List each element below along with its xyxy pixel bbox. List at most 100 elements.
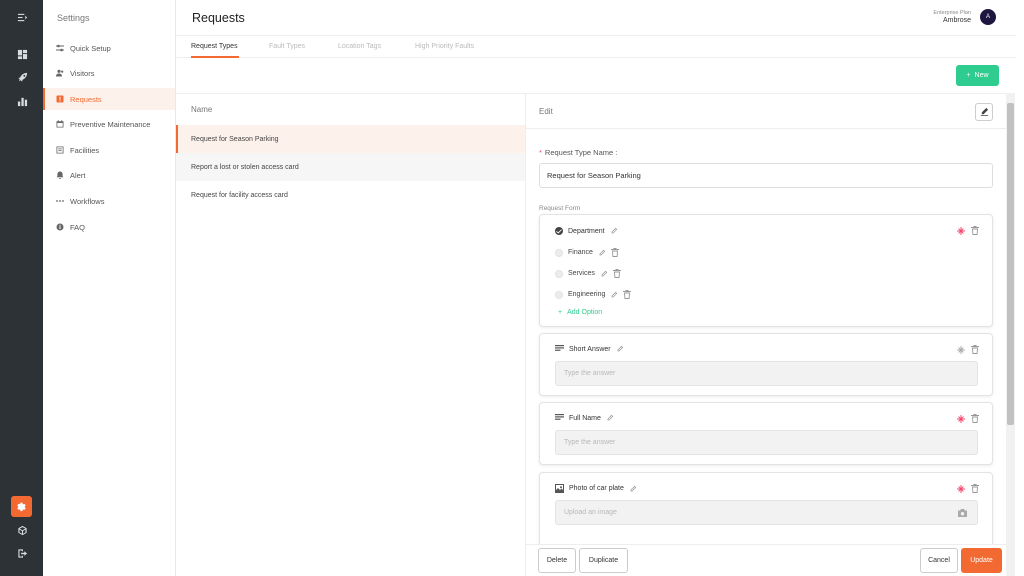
sidebar-item-preventive-maintenance[interactable]: Preventive Maintenance bbox=[43, 113, 175, 135]
rocket-icon[interactable] bbox=[12, 67, 32, 87]
cancel-button[interactable]: Cancel bbox=[920, 548, 958, 573]
sidebar-item-faq[interactable]: FAQ bbox=[43, 216, 175, 238]
field-label: Short Answer bbox=[569, 345, 611, 353]
duplicate-button[interactable]: Duplicate bbox=[579, 548, 628, 573]
analytics-icon[interactable] bbox=[12, 91, 32, 111]
sidebar-item-alert[interactable]: Alert bbox=[43, 164, 175, 186]
settings-sidebar: Settings Quick Setup Visitors Requests P… bbox=[43, 0, 176, 576]
field-label: Photo of car plate bbox=[569, 485, 624, 492]
pencil-icon[interactable] bbox=[600, 270, 608, 278]
sidebar-item-label: FAQ bbox=[70, 222, 86, 232]
tab-high-priority-faults[interactable]: High Priority Faults bbox=[415, 43, 474, 50]
tab-bar: Request Types Fault Types Location Tags … bbox=[176, 36, 1016, 58]
sidebar-item-visitors[interactable]: Visitors bbox=[43, 62, 175, 84]
field-tools bbox=[957, 414, 979, 423]
pencil-icon[interactable] bbox=[606, 414, 614, 422]
pencil-icon[interactable] bbox=[598, 249, 606, 257]
option-label: Services bbox=[568, 270, 595, 277]
trash-icon[interactable] bbox=[971, 345, 979, 354]
new-button[interactable]: + New bbox=[956, 65, 999, 86]
trash-icon[interactable] bbox=[971, 484, 979, 493]
sidebar-item-requests[interactable]: Requests bbox=[43, 88, 175, 110]
facilities-icon bbox=[56, 146, 64, 154]
trash-icon[interactable] bbox=[610, 248, 619, 257]
list-header-name: Name bbox=[191, 105, 213, 114]
check-circle-icon bbox=[555, 227, 563, 235]
field-header: Short Answer bbox=[555, 345, 624, 353]
department-tools bbox=[957, 226, 979, 235]
logout-icon[interactable] bbox=[12, 543, 32, 563]
request-icon bbox=[56, 95, 64, 103]
department-header: Department bbox=[555, 227, 618, 235]
sidebar-item-label: Preventive Maintenance bbox=[70, 119, 151, 129]
required-marker: * bbox=[539, 148, 542, 157]
trash-icon[interactable] bbox=[612, 269, 621, 278]
text-lines-icon bbox=[555, 345, 564, 353]
photo-field-card[interactable]: Photo of car plate Upload an image bbox=[539, 472, 993, 552]
field-tools bbox=[957, 484, 979, 493]
tab-location-tags[interactable]: Location Tags bbox=[338, 43, 381, 50]
short-answer-placeholder[interactable]: Type the answer bbox=[555, 361, 978, 386]
sidebar-item-label: Facilities bbox=[70, 145, 100, 155]
new-button-label: New bbox=[974, 72, 989, 79]
scroll-thumb[interactable] bbox=[1007, 103, 1014, 425]
sidebar-item-quick-setup[interactable]: Quick Setup bbox=[43, 37, 175, 59]
avatar[interactable]: A bbox=[980, 9, 996, 25]
pencil-icon[interactable] bbox=[616, 345, 624, 353]
trash-icon[interactable] bbox=[971, 414, 979, 423]
full-name-placeholder[interactable]: Type the answer bbox=[555, 430, 978, 455]
list-item[interactable]: Request for facility access card bbox=[176, 181, 525, 209]
info-icon bbox=[56, 223, 64, 231]
edit-panel: Edit * Request Type Name : Request for Se… bbox=[526, 93, 1006, 576]
radio-button[interactable] bbox=[555, 248, 563, 257]
full-name-field-card[interactable]: Full Name Type the answer bbox=[539, 402, 993, 465]
radio-button[interactable] bbox=[555, 290, 563, 299]
option-label: Finance bbox=[568, 249, 593, 256]
sidebar-item-label: Alert bbox=[70, 170, 86, 180]
settings-gear-icon[interactable] bbox=[11, 496, 32, 517]
required-asterisk-icon[interactable] bbox=[957, 484, 965, 493]
optional-asterisk-icon[interactable] bbox=[957, 345, 965, 354]
required-asterisk-icon[interactable] bbox=[957, 414, 965, 423]
trash-icon[interactable] bbox=[971, 226, 979, 235]
list-item[interactable]: Report a lost or stolen access card bbox=[176, 153, 525, 181]
edit-pen-button[interactable] bbox=[975, 103, 993, 121]
tab-request-types[interactable]: Request Types bbox=[191, 43, 238, 50]
trash-icon[interactable] bbox=[623, 290, 632, 299]
icon-rail bbox=[0, 0, 43, 576]
text-lines-icon bbox=[555, 414, 564, 422]
option-row: Services bbox=[555, 269, 621, 278]
user-name[interactable]: Ambrose bbox=[943, 17, 971, 24]
sidebar-item-workflows[interactable]: Workflows bbox=[43, 190, 175, 212]
request-type-name-input[interactable]: Request for Season Parking bbox=[539, 163, 993, 188]
upload-image-box[interactable]: Upload an image bbox=[555, 500, 978, 525]
short-answer-field-card[interactable]: Short Answer Type the answer bbox=[539, 333, 993, 396]
camera-icon[interactable] bbox=[958, 509, 967, 517]
list-item[interactable]: Request for Season Parking bbox=[176, 125, 525, 153]
tab-fault-types[interactable]: Fault Types bbox=[269, 43, 305, 50]
field-label: Full Name bbox=[569, 414, 601, 422]
collapse-menu-icon[interactable] bbox=[12, 7, 32, 27]
radio-button[interactable] bbox=[555, 269, 563, 278]
add-option-button[interactable]: + Add Option bbox=[558, 309, 602, 316]
pencil-icon[interactable] bbox=[610, 227, 618, 235]
sidebar-item-facilities[interactable]: Facilities bbox=[43, 139, 175, 161]
page-title: Requests bbox=[192, 11, 245, 25]
pencil-icon[interactable] bbox=[610, 291, 618, 299]
field-header: Photo of car plate bbox=[555, 484, 637, 493]
department-field-card[interactable]: Department Finance Services Engineering … bbox=[539, 214, 993, 327]
edit-footer: Delete Duplicate Cancel Update bbox=[526, 544, 1006, 576]
cube-icon[interactable] bbox=[12, 520, 32, 540]
settings-title: Settings bbox=[57, 13, 90, 23]
pencil-icon[interactable] bbox=[629, 485, 637, 493]
edit-scrollbar[interactable] bbox=[1006, 93, 1015, 576]
option-label: Engineering bbox=[568, 291, 606, 298]
request-form-label: Request Form bbox=[539, 205, 581, 212]
visitors-icon bbox=[56, 69, 64, 77]
sliders-icon bbox=[56, 44, 64, 52]
dashboard-icon[interactable] bbox=[12, 44, 32, 64]
delete-button[interactable]: Delete bbox=[538, 548, 576, 573]
plan-label: Enterprise Plan bbox=[933, 10, 971, 16]
required-asterisk-icon[interactable] bbox=[957, 226, 965, 235]
update-button[interactable]: Update bbox=[961, 548, 1002, 573]
